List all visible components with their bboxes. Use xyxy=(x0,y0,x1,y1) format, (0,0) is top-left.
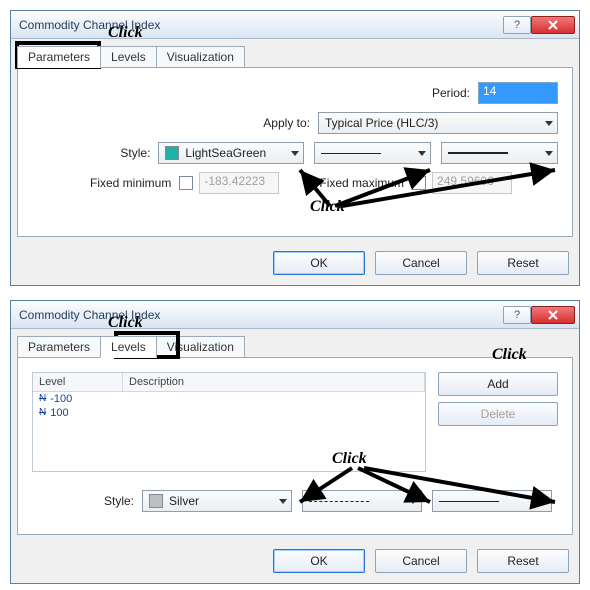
style-width-dropdown[interactable] xyxy=(432,490,552,512)
close-button[interactable] xyxy=(531,16,575,34)
ok-button[interactable]: OK xyxy=(273,549,365,573)
apply-to-label: Apply to: xyxy=(263,116,318,130)
add-button[interactable]: Add xyxy=(438,372,558,396)
level-icon: N xyxy=(39,393,46,405)
fixed-max-label: Fixed maximum xyxy=(319,176,412,190)
style-color-value: Silver xyxy=(169,494,199,508)
apply-to-value: Typical Price (HLC/3) xyxy=(325,116,438,130)
dialog-parameters: Commodity Channel Index ? Parameters Lev… xyxy=(10,10,580,286)
window-title: Commodity Channel Index xyxy=(19,308,501,322)
style-color-dropdown[interactable]: Silver xyxy=(142,490,292,512)
window-title: Commodity Channel Index xyxy=(19,18,501,32)
fixed-min-label: Fixed minimum xyxy=(90,176,179,190)
color-swatch-icon xyxy=(149,494,163,508)
reset-button[interactable]: Reset xyxy=(477,549,569,573)
help-button[interactable]: ? xyxy=(503,16,531,34)
table-header: Level Description xyxy=(33,373,425,392)
period-label: Period: xyxy=(432,86,478,100)
help-button[interactable]: ? xyxy=(503,306,531,324)
line-sample-icon xyxy=(448,152,508,154)
line-sample-icon xyxy=(321,153,381,154)
level-value: 100 xyxy=(50,407,68,419)
tab-parameters[interactable]: Parameters xyxy=(17,336,101,357)
chevron-down-icon xyxy=(291,151,299,156)
delete-button: Delete xyxy=(438,402,558,426)
cancel-button[interactable]: Cancel xyxy=(375,251,467,275)
tabstrip: Parameters Levels Visualization xyxy=(11,329,579,357)
tab-levels[interactable]: Levels xyxy=(100,336,157,358)
cancel-button[interactable]: Cancel xyxy=(375,549,467,573)
chevron-down-icon xyxy=(279,499,287,504)
tab-visualization[interactable]: Visualization xyxy=(156,336,245,357)
style-line-dropdown[interactable] xyxy=(314,142,431,164)
tabpanel: Level Description N-100 N100 Add Delete … xyxy=(17,357,573,535)
chevron-down-icon xyxy=(409,499,417,504)
style-width-dropdown[interactable] xyxy=(441,142,558,164)
style-label: Style: xyxy=(32,494,142,508)
reset-button[interactable]: Reset xyxy=(477,251,569,275)
apply-to-dropdown[interactable]: Typical Price (HLC/3) xyxy=(318,112,558,134)
fixed-max-value: 249.59606 xyxy=(432,172,512,194)
close-button[interactable] xyxy=(531,306,575,324)
fixed-max-checkbox[interactable] xyxy=(412,176,426,190)
style-color-dropdown[interactable]: LightSeaGreen xyxy=(158,142,304,164)
table-row[interactable]: N 100 xyxy=(33,406,425,420)
dialog-buttons: OK Cancel Reset xyxy=(11,541,579,583)
ok-button[interactable]: OK xyxy=(273,251,365,275)
col-description: Description xyxy=(123,373,425,391)
chevron-down-icon xyxy=(545,151,553,156)
col-level: Level xyxy=(33,373,123,391)
period-input[interactable]: 14 xyxy=(478,82,558,104)
titlebar: Commodity Channel Index ? xyxy=(11,301,579,329)
tabstrip: Parameters Levels Visualization xyxy=(11,39,579,67)
style-color-value: LightSeaGreen xyxy=(185,146,266,160)
tab-parameters[interactable]: Parameters xyxy=(17,46,101,68)
chevron-down-icon xyxy=(539,499,547,504)
table-row[interactable]: N -100 xyxy=(33,392,425,406)
dialog-buttons: OK Cancel Reset xyxy=(11,243,579,285)
style-label: Style: xyxy=(32,146,158,160)
style-line-dropdown[interactable] xyxy=(302,490,422,512)
color-swatch-icon xyxy=(165,146,179,160)
dialog-levels: Commodity Channel Index ? Parameters Lev… xyxy=(10,300,580,584)
tab-levels[interactable]: Levels xyxy=(100,46,157,67)
line-sample-icon xyxy=(439,501,499,502)
titlebar: Commodity Channel Index ? xyxy=(11,11,579,39)
level-icon: N xyxy=(39,407,46,419)
tabpanel: Period: 14 Apply to: Typical Price (HLC/… xyxy=(17,67,573,237)
close-icon xyxy=(548,20,558,30)
close-icon xyxy=(548,310,558,320)
chevron-down-icon xyxy=(418,151,426,156)
fixed-min-checkbox[interactable] xyxy=(179,176,193,190)
fixed-min-value: -183.42223 xyxy=(199,172,279,194)
line-sample-icon xyxy=(309,501,369,502)
level-value: -100 xyxy=(50,393,72,405)
levels-table[interactable]: Level Description N -100 N 100 xyxy=(32,372,426,472)
tab-visualization[interactable]: Visualization xyxy=(156,46,245,67)
chevron-down-icon xyxy=(545,121,553,126)
